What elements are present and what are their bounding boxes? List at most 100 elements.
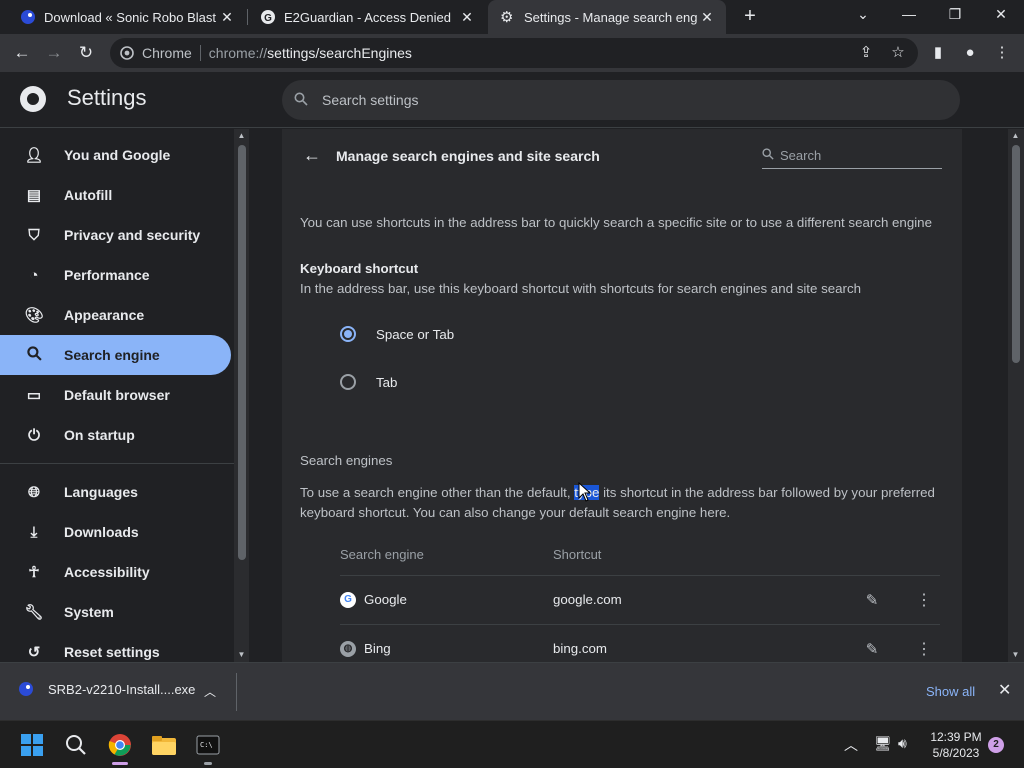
- speedometer-icon: ◔: [29, 266, 39, 284]
- sidebar-item-downloads[interactable]: ⤓ Downloads: [0, 512, 231, 552]
- download-item[interactable]: SRB2-v2210-Install....exe: [18, 681, 195, 697]
- restore-button[interactable]: ❐: [932, 0, 978, 30]
- close-icon[interactable]: ✕: [218, 9, 236, 26]
- chevron-up-icon[interactable]: ︿: [844, 735, 858, 755]
- more-vert-icon[interactable]: ⋮: [914, 590, 934, 610]
- radio-button-checked[interactable]: [340, 326, 356, 342]
- tab-sonic-download[interactable]: Download « Sonic Robo Blast 2 – ✕: [8, 0, 246, 34]
- svg-text:C:\: C:\: [200, 741, 213, 749]
- sidebar-item-performance[interactable]: ◔ Performance: [0, 255, 231, 295]
- search-icon: [294, 92, 308, 109]
- reload-button[interactable]: ↻: [73, 40, 99, 66]
- back-button[interactable]: ←: [9, 40, 35, 66]
- main-scrollbar[interactable]: ▲ ▼: [1008, 129, 1024, 662]
- sidebar-item-label: On startup: [64, 427, 135, 443]
- sidebar-item-appearance[interactable]: 🎨︎ Appearance: [0, 295, 231, 335]
- sidebar-item-search-engine[interactable]: Search engine: [0, 335, 231, 375]
- sidebar-item-you-and-google[interactable]: 👤︎ You and Google: [0, 135, 231, 175]
- system-clock[interactable]: 12:39 PM 5/8/2023: [926, 729, 986, 761]
- url-path: settings/searchEngines: [267, 45, 412, 61]
- edit-pencil-icon[interactable]: ✎: [862, 640, 882, 658]
- browser-toolbar: ← → ↻ Chrome chrome://settings/searchEng…: [0, 34, 1024, 72]
- tab-title: E2Guardian - Access Denied: [284, 9, 451, 25]
- engines-table-header: Search engine Shortcut: [340, 547, 940, 562]
- engine-search-box[interactable]: Search: [762, 143, 942, 169]
- windows-logo-icon: [21, 734, 43, 756]
- file-explorer-icon[interactable]: [148, 729, 180, 761]
- chrome-logo-icon: [20, 86, 46, 112]
- chevron-up-icon[interactable]: ︿: [204, 683, 216, 700]
- kebab-menu-icon[interactable]: ⋮: [992, 43, 1012, 63]
- person-icon: 👤︎: [24, 147, 44, 164]
- omnibox-divider: [199, 45, 201, 61]
- tab-e2guardian[interactable]: G E2Guardian - Access Denied ✕: [248, 0, 486, 34]
- chrome-icon: [120, 46, 134, 60]
- scroll-down-arrow-icon[interactable]: ▼: [234, 648, 249, 662]
- radio-button[interactable]: [340, 374, 356, 390]
- globe-icon: ◍: [340, 640, 356, 657]
- profile-icon[interactable]: ●: [960, 43, 980, 63]
- sidebar-item-default-browser[interactable]: ▭ Default browser: [0, 375, 231, 415]
- notification-badge[interactable]: 2: [988, 737, 1004, 753]
- close-icon[interactable]: ✕: [458, 9, 476, 26]
- search-engines-desc: To use a search engine other than the de…: [300, 485, 935, 500]
- scroll-up-arrow-icon[interactable]: ▲: [1008, 129, 1023, 143]
- terminal-icon[interactable]: C:\: [192, 729, 224, 761]
- search-engines-desc-line2: keyboard shortcut. You can also change y…: [300, 505, 731, 520]
- shield-icon: ⛉: [28, 226, 40, 244]
- scroll-down-arrow-icon[interactable]: ▼: [1008, 648, 1023, 662]
- accessibility-icon: ☥: [28, 564, 40, 581]
- close-icon[interactable]: ✕: [698, 9, 716, 26]
- bookmark-star-icon[interactable]: ☆: [888, 43, 908, 63]
- share-icon[interactable]: ⇪: [856, 43, 876, 63]
- forward-button[interactable]: →: [41, 40, 67, 66]
- sidebar-item-accessibility[interactable]: ☥ Accessibility: [0, 552, 231, 592]
- scrollbar-thumb[interactable]: [1012, 145, 1020, 363]
- address-bar[interactable]: Chrome chrome://settings/searchEngines: [110, 38, 918, 68]
- minimize-button[interactable]: —: [886, 0, 932, 30]
- sidebar-item-autofill[interactable]: ▤ Autofill: [0, 175, 231, 215]
- new-tab-button[interactable]: +: [738, 5, 762, 29]
- edit-pencil-icon[interactable]: ✎: [862, 591, 882, 609]
- engine-shortcut: bing.com: [553, 641, 607, 656]
- sidebar-scrollbar[interactable]: ▲ ▼: [234, 129, 249, 662]
- back-arrow-icon[interactable]: ←: [300, 145, 324, 169]
- sidebar-item-on-startup[interactable]: ⏻ On startup: [0, 415, 231, 455]
- more-vert-icon[interactable]: ⋮: [914, 639, 934, 659]
- windows-taskbar: C:\ ︿ 🖥︎ 🔊︎ 12:39 PM 5/8/2023 2: [0, 720, 1024, 768]
- search-taskbar-icon[interactable]: [60, 729, 92, 761]
- active-app-indicator: [112, 762, 128, 765]
- settings-search-input[interactable]: [322, 92, 882, 108]
- sidebar-item-reset-settings[interactable]: ↺ Reset settings: [0, 632, 231, 662]
- svg-text:G: G: [264, 13, 272, 24]
- settings-main: ← Manage search engines and site search …: [250, 129, 1008, 662]
- show-all-link[interactable]: Show all: [926, 684, 975, 699]
- gear-icon: ⚙: [500, 9, 514, 26]
- sidebar-item-languages[interactable]: 🌐︎ Languages: [0, 472, 231, 512]
- sidebar-item-privacy[interactable]: ⛉ Privacy and security: [0, 215, 231, 255]
- engine-search-placeholder: Search: [780, 148, 822, 163]
- network-icon[interactable]: 🖥︎: [874, 735, 892, 752]
- sidebar-item-label: Reset settings: [64, 644, 160, 660]
- search-icon: [24, 345, 44, 365]
- scroll-up-arrow-icon[interactable]: ▲: [234, 129, 249, 143]
- start-button[interactable]: [16, 729, 48, 761]
- close-icon[interactable]: ✕: [998, 680, 1011, 700]
- settings-search-box[interactable]: [282, 80, 960, 120]
- side-panel-icon[interactable]: ▮: [928, 43, 948, 63]
- window-close-button[interactable]: ✕: [978, 0, 1024, 30]
- radio-tab[interactable]: Tab: [340, 370, 397, 394]
- mouse-cursor-icon: [578, 481, 592, 502]
- volume-icon[interactable]: 🔊︎: [898, 735, 907, 752]
- sidebar-item-label: Default browser: [64, 387, 170, 403]
- url-scheme: chrome://: [208, 45, 268, 61]
- sidebar-item-label: Search engine: [64, 347, 160, 363]
- radio-space-or-tab[interactable]: Space or Tab: [340, 322, 454, 346]
- scrollbar-thumb[interactable]: [238, 145, 246, 560]
- sidebar-item-system[interactable]: 🔧︎ System: [0, 592, 231, 632]
- chrome-taskbar-icon[interactable]: [104, 729, 136, 761]
- tab-settings[interactable]: ⚙ Settings - Manage search engine ✕: [488, 0, 726, 34]
- sidebar-item-label: Downloads: [64, 524, 139, 540]
- tab-search-chevron-icon[interactable]: ⌄: [840, 0, 886, 30]
- tab-strip: Download « Sonic Robo Blast 2 – ✕ G E2Gu…: [0, 0, 1024, 34]
